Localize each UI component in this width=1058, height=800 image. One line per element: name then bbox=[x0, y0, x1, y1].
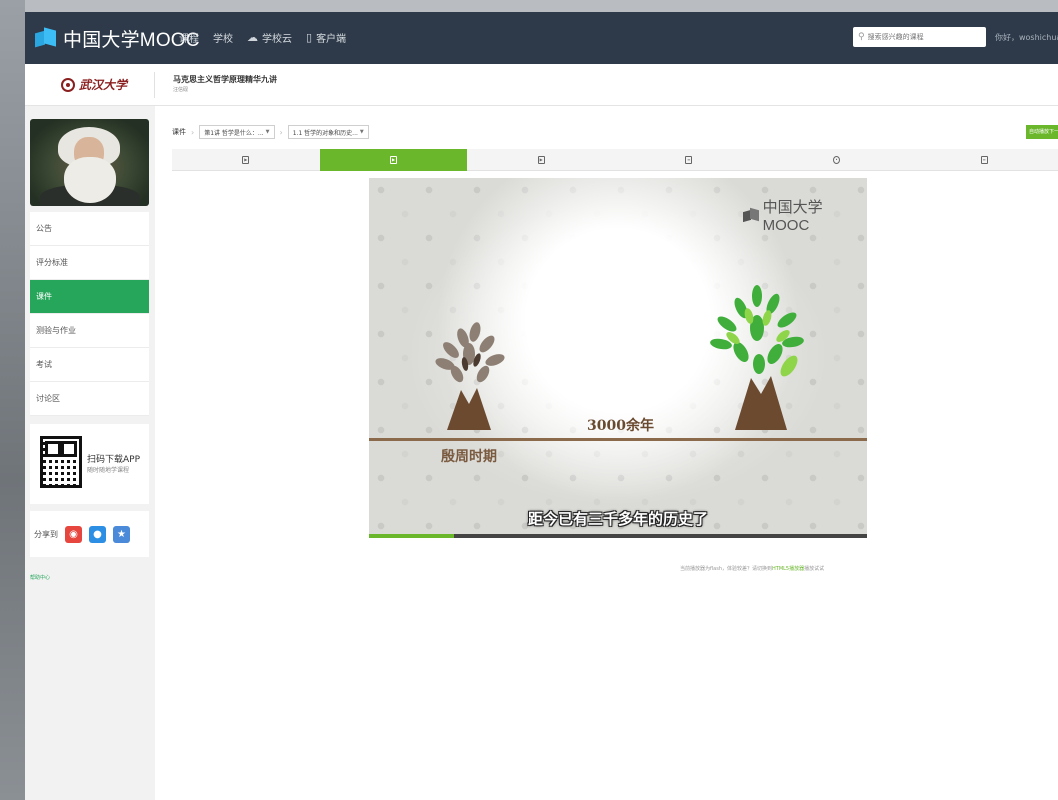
qq-share-button[interactable]: ● bbox=[89, 525, 106, 543]
lesson-select-value: 1.1 哲学的对象和历史... bbox=[292, 129, 358, 137]
header-divider bbox=[154, 72, 155, 98]
course-teacher: 汪信砚 bbox=[173, 87, 189, 93]
chevron-right-icon: › bbox=[279, 127, 283, 137]
video-watermark-logo: 中国大学MOOC bbox=[743, 196, 867, 234]
top-navigation-bar: 中国大学MOOC 课程 学校 ☁ 学校云 ▯ 客户端 ⚲ 你好，woshichu… bbox=[25, 12, 1058, 64]
sidebar-item-courseware[interactable]: 课件 bbox=[30, 280, 149, 314]
nav-item-label: 学校 bbox=[213, 34, 233, 45]
video-icon: ▶ bbox=[390, 156, 397, 164]
user-greeting[interactable]: 你好，woshichua... bbox=[995, 32, 1058, 43]
video-logo-text: 中国大学MOOC bbox=[762, 199, 823, 234]
video-era-duration: 3000余年 bbox=[587, 418, 654, 434]
breadcrumb-root[interactable]: 课件 bbox=[172, 127, 186, 137]
tab-quiz[interactable]: ≡ bbox=[910, 149, 1058, 171]
chevron-down-icon: ▼ bbox=[265, 129, 270, 135]
sidebar-item-grading[interactable]: 评分标准 bbox=[30, 246, 149, 280]
course-header: 武汉大学 马克思主义哲学原理精华九讲 汪信砚 bbox=[25, 64, 1058, 106]
chevron-down-icon: ▼ bbox=[359, 129, 364, 135]
course-sidebar: 公告 评分标准 课件 测验与作业 考试 讨论区 扫码下载APP 随时随地学课程 … bbox=[25, 106, 155, 800]
html5-player-link[interactable]: HTML5播放器 bbox=[772, 566, 804, 572]
player-notice-text: 当前播放器为flash，体验较差？请切换到 bbox=[680, 566, 772, 572]
video-timeline-line bbox=[369, 438, 867, 441]
qzone-share-button[interactable]: ★ bbox=[113, 525, 130, 543]
sidebar-item-exam[interactable]: 考试 bbox=[30, 348, 149, 382]
share-label: 分享到 bbox=[34, 529, 58, 539]
video-icon: ▶ bbox=[537, 156, 545, 164]
help-center-link[interactable]: 帮助中心 bbox=[30, 574, 50, 581]
player-notice-tail: 播放试试 bbox=[804, 566, 825, 572]
sidebar-item-announcements[interactable]: 公告 bbox=[30, 212, 149, 246]
mooc-logo-icon bbox=[743, 207, 760, 223]
school-seal-icon bbox=[61, 77, 75, 92]
video-icon: ▶ bbox=[242, 156, 250, 164]
discussion-icon: • bbox=[833, 156, 841, 164]
course-menu: 公告 评分标准 课件 测验与作业 考试 讨论区 bbox=[30, 212, 149, 416]
unit-tabs: ▶ ▶ ▶ ≡ • ≡ bbox=[172, 149, 1058, 171]
search-input[interactable] bbox=[867, 33, 978, 41]
video-era-label: 殷周时期 bbox=[441, 449, 497, 465]
chevron-right-icon: › bbox=[191, 127, 195, 137]
search-box: ⚲ bbox=[853, 27, 986, 47]
sidebar-item-quizzes[interactable]: 测验与作业 bbox=[30, 314, 149, 348]
lesson-select[interactable]: 1.1 哲学的对象和历史... ▼ bbox=[287, 125, 369, 139]
school-name: 武汉大学 bbox=[79, 78, 128, 92]
tab-video-2[interactable]: ▶ bbox=[319, 149, 468, 171]
nav-item-schools[interactable]: 学校 bbox=[213, 30, 233, 45]
video-progress-bar[interactable] bbox=[369, 534, 867, 538]
video-subtitle: 距今已有三千多年的历史了 bbox=[527, 510, 708, 528]
quiz-icon: ≡ bbox=[980, 156, 988, 164]
site-logo[interactable]: 中国大学MOOC bbox=[35, 24, 200, 52]
share-panel: 分享到 ◉ ● ★ bbox=[30, 511, 149, 557]
courseware-main: 课件 › 第1讲 哲学是什么：... ▼ › 1.1 哲学的对象和历史... ▼… bbox=[155, 106, 1058, 800]
document-icon: ≡ bbox=[685, 156, 693, 164]
tab-video-3[interactable]: ▶ bbox=[467, 149, 615, 171]
nav-item-school-cloud[interactable]: ☁ 学校云 bbox=[247, 30, 292, 45]
nav-item-app[interactable]: ▯ 客户端 bbox=[306, 30, 346, 45]
mooc-app: 中国大学MOOC 课程 学校 ☁ 学校云 ▯ 客户端 ⚲ 你好，woshichu… bbox=[25, 12, 1058, 800]
nav-item-label: 学校云 bbox=[262, 34, 292, 45]
player-notice: 当前播放器为flash，体验较差？请切换到HTML5播放器播放试试 bbox=[680, 565, 824, 572]
breadcrumb: 课件 › 第1讲 哲学是什么：... ▼ › 1.1 哲学的对象和历史... ▼ bbox=[172, 125, 369, 139]
nav-item-label: 课程 bbox=[179, 34, 199, 45]
nav-menu: 课程 学校 ☁ 学校云 ▯ 客户端 bbox=[179, 30, 346, 45]
app-download-card[interactable]: 扫码下载APP 随时随地学课程 bbox=[30, 424, 149, 504]
video-progress-fill bbox=[369, 534, 454, 538]
weibo-share-button[interactable]: ◉ bbox=[65, 525, 82, 543]
chapter-select-value: 第1讲 哲学是什么：... bbox=[204, 129, 264, 137]
sidebar-item-forum[interactable]: 讨论区 bbox=[30, 382, 149, 416]
app-download-title: 扫码下载APP bbox=[87, 455, 141, 465]
qq-icon: ● bbox=[93, 528, 102, 540]
tab-discussion[interactable]: • bbox=[763, 149, 911, 171]
weibo-icon: ◉ bbox=[69, 528, 78, 540]
autoplay-next-button[interactable]: 自动播放下一个 bbox=[1026, 125, 1058, 139]
chapter-select[interactable]: 第1讲 哲学是什么：... ▼ bbox=[199, 125, 275, 139]
search-icon: ⚲ bbox=[858, 32, 865, 42]
qzone-icon: ★ bbox=[117, 528, 126, 540]
tab-document[interactable]: ≡ bbox=[615, 149, 763, 171]
cloud-icon: ☁ bbox=[247, 31, 258, 44]
course-title[interactable]: 马克思主义哲学原理精华九讲 bbox=[173, 74, 277, 85]
course-cover-image bbox=[30, 119, 149, 206]
app-download-subtitle: 随时随地学课程 bbox=[87, 467, 130, 474]
nav-item-label: 客户端 bbox=[316, 34, 347, 45]
school-logo[interactable]: 武汉大学 bbox=[61, 76, 127, 93]
phone-icon: ▯ bbox=[306, 31, 313, 44]
qr-code-icon bbox=[40, 436, 82, 488]
tab-video-1[interactable]: ▶ bbox=[172, 149, 320, 171]
video-player[interactable]: 中国大学MOOC 3000余年 殷周时期 距今已有三千多年的历史了 bbox=[369, 178, 867, 538]
mooc-logo-icon bbox=[35, 27, 57, 48]
nav-item-courses[interactable]: 课程 bbox=[179, 30, 199, 45]
